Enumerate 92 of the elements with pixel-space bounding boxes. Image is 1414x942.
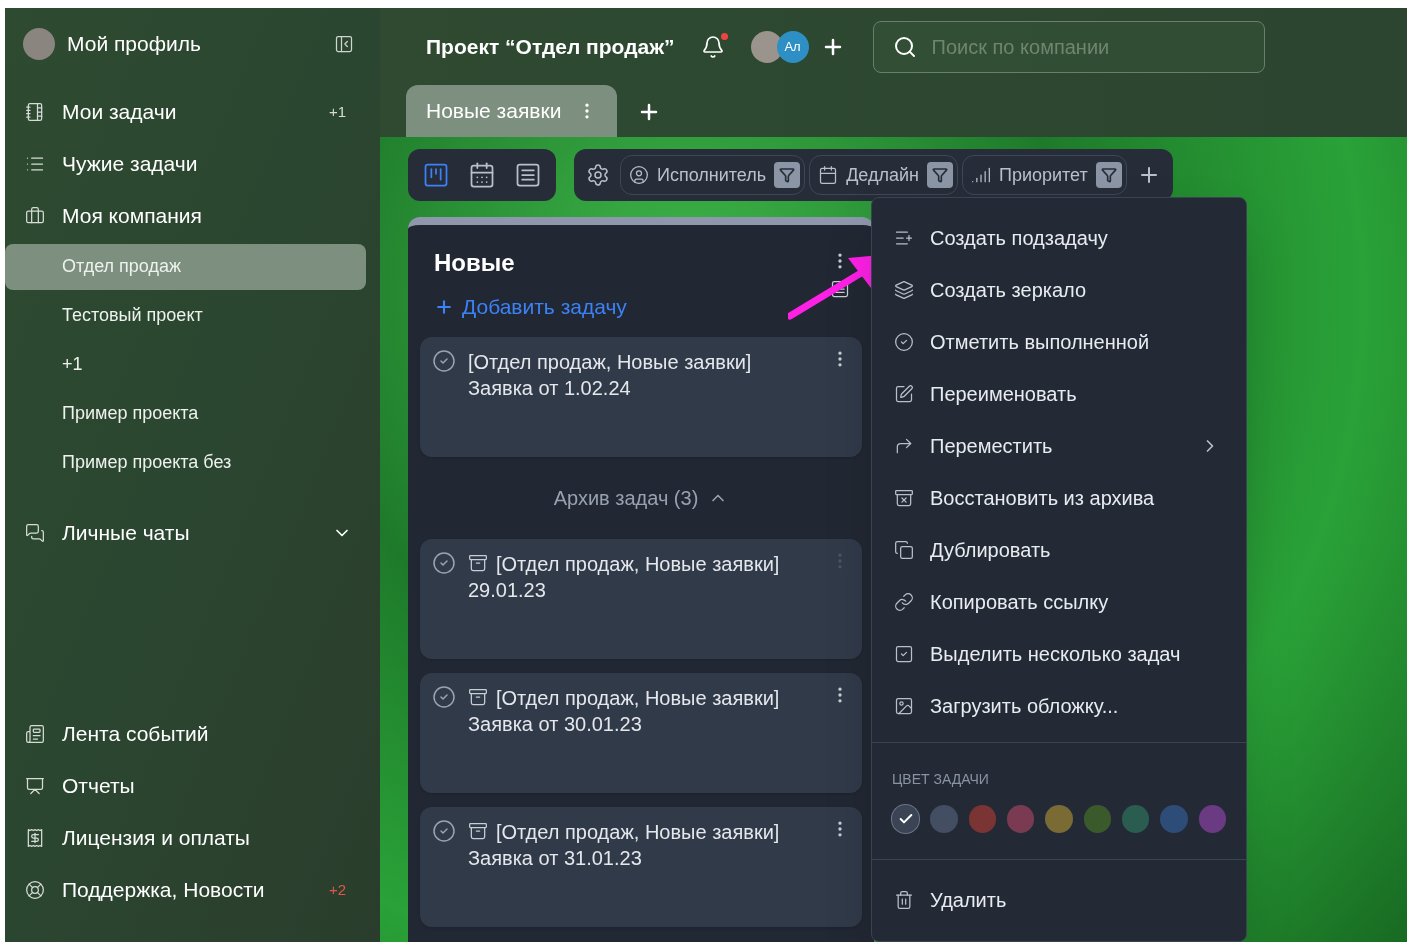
project-item[interactable]: Пример проекта без bbox=[5, 439, 366, 486]
lifebuoy-icon bbox=[25, 880, 45, 900]
link-icon bbox=[894, 592, 914, 612]
menu-item[interactable]: Дублировать bbox=[872, 524, 1246, 576]
filter-chip[interactable]: Дедлайн bbox=[809, 155, 958, 195]
task-title: [Отдел продаж, Новые заявки] 29.01.23 bbox=[468, 551, 781, 603]
profile-label[interactable]: Мой профиль bbox=[67, 28, 334, 60]
column-title: Новые bbox=[434, 248, 516, 278]
user-circle-icon bbox=[629, 165, 649, 185]
archive-icon bbox=[468, 821, 488, 842]
nav-item[interactable]: Лицензия и оплаты bbox=[5, 812, 380, 864]
menu-item[interactable]: Переименовать bbox=[872, 368, 1246, 420]
bell-icon[interactable] bbox=[700, 35, 725, 59]
nav-item[interactable]: Моя компания bbox=[5, 190, 380, 242]
task-card[interactable]: [Отдел продаж, Новые заявки] Заявка от 1.02.24 bbox=[420, 336, 862, 457]
chat-icon bbox=[25, 523, 45, 543]
search-field[interactable]: Поиск по компании bbox=[872, 21, 1265, 73]
filter-icon bbox=[779, 167, 796, 183]
nav-item[interactable]: Чужие задачи bbox=[5, 138, 380, 190]
layout-icon[interactable] bbox=[830, 279, 850, 299]
color-swatch[interactable] bbox=[1160, 805, 1188, 833]
task-card[interactable]: [Отдел продаж, Новые заявки] Заявка от 31.01.23 bbox=[420, 806, 862, 927]
search-icon bbox=[892, 35, 917, 59]
task-title: [Отдел продаж, Новые заявки] Заявка от 30.01.23 bbox=[468, 685, 781, 737]
project-item[interactable]: +1 bbox=[5, 341, 366, 388]
archive-x-icon bbox=[894, 488, 914, 508]
forward-arrow-icon bbox=[894, 436, 914, 456]
nav-item[interactable]: Поддержка, Новости +2 bbox=[5, 864, 380, 916]
count-label: +1 bbox=[328, 101, 346, 122]
filter-toggle[interactable] bbox=[926, 162, 953, 188]
filter-toggle[interactable] bbox=[1095, 162, 1122, 188]
menu-item[interactable]: Загрузить обложку... bbox=[872, 680, 1246, 732]
nav-item[interactable]: Мои задачи +1 bbox=[5, 86, 380, 138]
avatar-photo[interactable] bbox=[23, 28, 55, 60]
task-title: [Отдел продаж, Новые заявки] Заявка от 1.02.24 bbox=[468, 349, 753, 401]
menu-item[interactable]: Отметить выполненной bbox=[872, 316, 1246, 368]
pencil-icon bbox=[894, 384, 914, 404]
user-avatar[interactable]: Ал bbox=[776, 31, 809, 63]
check-circle-icon bbox=[894, 332, 914, 352]
image-icon bbox=[894, 696, 914, 716]
checkbox-icon bbox=[894, 644, 914, 664]
color-swatch[interactable] bbox=[1121, 805, 1150, 833]
presentation-icon bbox=[25, 776, 45, 796]
archive-toggle[interactable]: Архив задач (3) bbox=[553, 482, 729, 513]
archive-icon bbox=[468, 553, 488, 574]
delete-menu-item[interactable]: Удалить bbox=[872, 874, 1246, 926]
complete-icon[interactable] bbox=[432, 348, 456, 373]
project-item[interactable]: Тестовый проект bbox=[5, 292, 366, 339]
layers-icon bbox=[894, 280, 914, 300]
briefcase-icon bbox=[25, 206, 45, 226]
task-title: [Отдел продаж, Новые заявки] Заявка от 31.01.23 bbox=[468, 819, 781, 871]
collapse-sidebar-icon[interactable] bbox=[334, 34, 354, 54]
color-swatch[interactable] bbox=[930, 805, 958, 833]
task-card[interactable]: [Отдел продаж, Новые заявки] 29.01.23 bbox=[420, 538, 862, 659]
notebook-icon bbox=[25, 102, 45, 122]
complete-icon[interactable] bbox=[432, 550, 456, 575]
color-swatch[interactable] bbox=[1198, 805, 1226, 833]
section-label: ЦВЕТ ЗАДАЧИ bbox=[892, 771, 989, 787]
project-item[interactable]: Пример проекта bbox=[5, 390, 366, 437]
color-swatch[interactable] bbox=[968, 805, 996, 833]
bars-icon bbox=[970, 165, 991, 185]
menu-item[interactable]: Выделить несколько задач bbox=[872, 628, 1246, 680]
add-task-button[interactable]: Добавить задачу bbox=[434, 291, 830, 323]
nav-item[interactable]: Отчеты bbox=[5, 760, 380, 812]
menu-item[interactable]: Создать подзадачу bbox=[872, 212, 1246, 264]
copy-icon bbox=[894, 540, 914, 560]
filter-icon bbox=[931, 167, 948, 183]
filter-chip[interactable]: Исполнитель bbox=[620, 155, 806, 195]
archive-icon bbox=[468, 687, 488, 708]
filter-toggle[interactable] bbox=[774, 162, 801, 188]
settings-icon[interactable] bbox=[586, 163, 610, 187]
trash-icon bbox=[894, 890, 914, 910]
nav-item[interactable]: Личные чаты bbox=[5, 507, 380, 559]
menu-item[interactable]: Переместить bbox=[872, 420, 1246, 472]
project-title: Проект “Отдел продаж” bbox=[426, 34, 675, 61]
complete-icon[interactable] bbox=[432, 818, 456, 843]
task-card[interactable]: [Отдел продаж, Новые заявки] Заявка от 30.01.23 bbox=[420, 672, 862, 793]
nav-item[interactable]: Лента событий bbox=[5, 708, 380, 760]
color-swatch[interactable] bbox=[1083, 805, 1111, 833]
news-icon bbox=[25, 724, 45, 744]
color-swatch[interactable] bbox=[892, 805, 920, 833]
calendar-icon bbox=[818, 165, 839, 185]
filter-icon bbox=[1100, 167, 1117, 183]
complete-icon[interactable] bbox=[432, 684, 456, 709]
color-swatch[interactable] bbox=[1007, 805, 1035, 833]
count-label: +2 bbox=[328, 879, 346, 900]
color-swatch[interactable] bbox=[1045, 805, 1073, 833]
menu-item[interactable]: Копировать ссылку bbox=[872, 576, 1246, 628]
receipt-icon bbox=[25, 828, 45, 848]
filter-chip[interactable]: Приоритет bbox=[961, 155, 1127, 195]
menu-item[interactable]: Создать зеркало bbox=[872, 264, 1246, 316]
menu-item[interactable]: Восстановить из архива bbox=[872, 472, 1246, 524]
